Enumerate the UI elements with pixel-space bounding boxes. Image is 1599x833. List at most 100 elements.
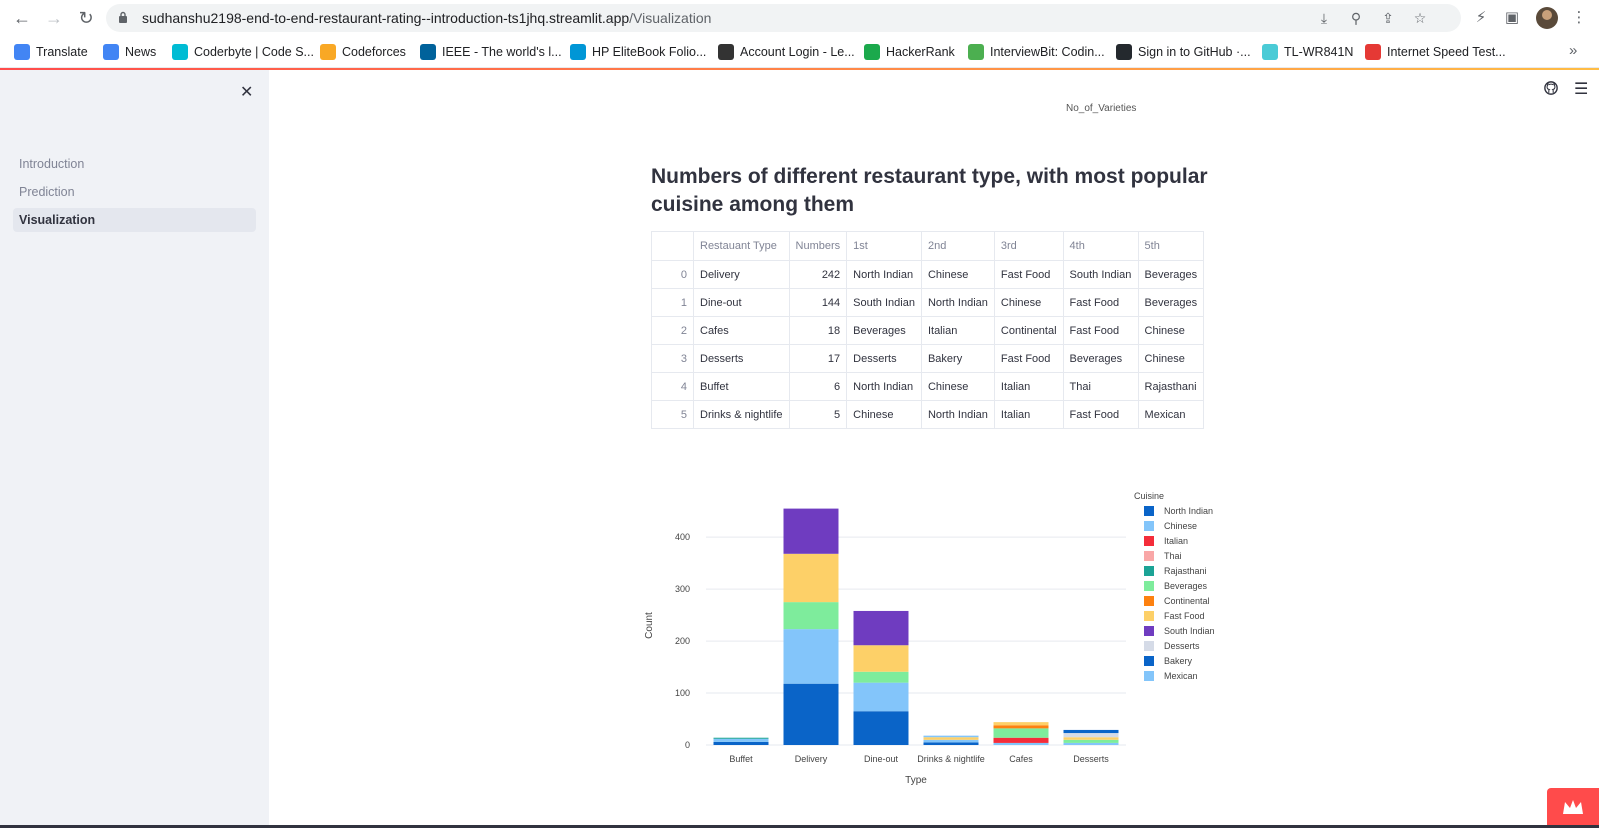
bookmark-item[interactable]: Translate: [14, 43, 88, 61]
github-icon[interactable]: [1544, 81, 1558, 95]
bar-segment[interactable]: [713, 738, 769, 742]
legend-entry[interactable]: Desserts: [1164, 641, 1200, 651]
bookmark-item[interactable]: HP EliteBook Folio...: [570, 43, 706, 61]
restaurant-type-table[interactable]: Restauant Type Numbers 1st 2nd 3rd 4th 5th 0 De…: [651, 231, 1205, 429]
legend-entry[interactable]: Fast Food: [1164, 611, 1205, 621]
streamlit-badge[interactable]: [1547, 788, 1599, 828]
bar-segment[interactable]: [783, 508, 839, 554]
bookmark-item[interactable]: Internet Speed Test...: [1365, 43, 1506, 61]
install-icon[interactable]: ⤓: [1316, 10, 1332, 26]
bar-segment[interactable]: [923, 742, 979, 745]
bar-segment[interactable]: [1063, 739, 1119, 743]
share-icon[interactable]: ⇪: [1380, 10, 1396, 26]
table-header-cell[interactable]: [651, 231, 694, 261]
bookmark-item[interactable]: Sign in to GitHub ·...: [1116, 43, 1251, 61]
menu-kebab-icon[interactable]: ⋮: [1570, 9, 1588, 27]
bar-segment[interactable]: [853, 645, 909, 672]
table-row[interactable]: 4 Buffet 6 North Indian Chinese Italian Thai Ra…: [651, 372, 1205, 401]
zoom-icon[interactable]: ⚲: [1348, 10, 1364, 26]
bookmark-favicon-icon: [1116, 44, 1132, 60]
table-header-cell[interactable]: Numbers: [788, 231, 848, 261]
bookmark-item[interactable]: News: [103, 43, 156, 61]
legend-entry[interactable]: Rajasthani: [1164, 566, 1207, 576]
close-sidebar-icon[interactable]: ✕: [240, 82, 253, 102]
side-panel-icon[interactable]: ▣: [1503, 9, 1521, 27]
legend-entry[interactable]: South Indian: [1164, 626, 1215, 636]
sidebar-item-introduction[interactable]: Introduction: [13, 152, 256, 176]
reload-icon[interactable]: ↻: [76, 8, 96, 28]
table-header-cell[interactable]: Restauant Type: [693, 231, 790, 261]
bar-segment[interactable]: [853, 682, 909, 712]
table-row[interactable]: 1 Dine-out 144 South Indian North Indian Chin…: [651, 288, 1205, 317]
legend-entry[interactable]: Italian: [1164, 536, 1188, 546]
extensions-icon[interactable]: ⚡: [1472, 9, 1490, 27]
bookmark-item[interactable]: TL-WR841N: [1262, 43, 1353, 61]
bar-segment[interactable]: [993, 725, 1049, 729]
legend-entry[interactable]: Bakery: [1164, 656, 1193, 666]
bar-segment[interactable]: [713, 741, 769, 745]
bar-segment[interactable]: [783, 602, 839, 630]
profile-avatar[interactable]: [1536, 7, 1558, 29]
bar-segment[interactable]: [783, 629, 839, 684]
legend-swatch[interactable]: [1144, 626, 1154, 636]
table-row[interactable]: 3 Desserts 17 Desserts Bakery Fast Food Bevera…: [651, 344, 1205, 373]
table-header-cell[interactable]: 2nd: [920, 231, 995, 261]
forward-icon[interactable]: →: [44, 8, 64, 28]
legend-swatch[interactable]: [1144, 551, 1154, 561]
bar-segment[interactable]: [853, 610, 909, 646]
table-header-cell[interactable]: 1st: [846, 231, 922, 261]
back-icon[interactable]: ←: [12, 8, 32, 28]
bookmark-item[interactable]: InterviewBit: Codin...: [968, 43, 1105, 61]
bar-segment[interactable]: [1063, 737, 1119, 740]
legend-entry[interactable]: North Indian: [1164, 506, 1213, 516]
address-bar[interactable]: sudhanshu2198-end-to-end-restaurant-rati…: [106, 4, 1461, 32]
star-icon[interactable]: ☆: [1412, 10, 1428, 26]
bar-segment[interactable]: [923, 739, 979, 743]
cuisine-stacked-bar-chart[interactable]: 0 100 200 300 400 Buffet Delivery Dine-out Drink…: [640, 490, 1260, 790]
bar-segment[interactable]: [853, 711, 909, 745]
legend-entry[interactable]: Thai: [1164, 551, 1182, 561]
table-row[interactable]: 0 Delivery 242 North Indian Chinese Fast Food…: [651, 260, 1205, 289]
bar-segment[interactable]: [713, 737, 769, 739]
sidebar-item-prediction[interactable]: Prediction: [13, 180, 256, 204]
bookmarks-more-icon[interactable]: »: [1569, 42, 1577, 59]
legend-swatch[interactable]: [1144, 641, 1154, 651]
bar-segment[interactable]: [993, 742, 1049, 745]
legend-swatch[interactable]: [1144, 536, 1154, 546]
table-header-cell[interactable]: 5th: [1137, 231, 1205, 261]
bookmark-item[interactable]: Coderbyte | Code S...: [172, 43, 314, 61]
legend-swatch[interactable]: [1144, 581, 1154, 591]
legend-entry[interactable]: Mexican: [1164, 671, 1198, 681]
bookmark-item[interactable]: IEEE - The world's l...: [420, 43, 562, 61]
table-row[interactable]: 5 Drinks & nightlife 5 Chinese North Indian I…: [651, 400, 1205, 429]
bookmark-item[interactable]: HackerRank: [864, 43, 955, 61]
legend-entry[interactable]: Beverages: [1164, 581, 1208, 591]
legend-swatch[interactable]: [1144, 506, 1154, 516]
legend-entry[interactable]: Chinese: [1164, 521, 1197, 531]
table-header-cell[interactable]: 3rd: [993, 231, 1064, 261]
legend-swatch[interactable]: [1144, 521, 1154, 531]
bookmark-item[interactable]: Account Login - Le...: [718, 43, 855, 61]
bookmark-item[interactable]: Codeforces: [320, 43, 406, 61]
table-row[interactable]: 2 Cafes 18 Beverages Italian Continental Fast …: [651, 316, 1205, 345]
legend-entry[interactable]: Continental: [1164, 596, 1210, 606]
bar-segment[interactable]: [853, 671, 909, 683]
bar-segment[interactable]: [1063, 742, 1119, 745]
bar-segment[interactable]: [993, 722, 1049, 726]
legend-swatch[interactable]: [1144, 656, 1154, 666]
bar-segment[interactable]: [783, 553, 839, 603]
legend-swatch[interactable]: [1144, 671, 1154, 681]
sidebar-item-visualization[interactable]: Visualization: [13, 208, 256, 232]
bar-segment[interactable]: [783, 683, 839, 745]
bar-segment[interactable]: [1063, 733, 1119, 738]
bar-segment[interactable]: [923, 735, 979, 738]
legend-swatch[interactable]: [1144, 596, 1154, 606]
legend-swatch[interactable]: [1144, 611, 1154, 621]
bar-segment[interactable]: [923, 737, 979, 740]
table-header-cell[interactable]: 4th: [1062, 231, 1139, 261]
hamburger-menu-icon[interactable]: ☰: [1574, 79, 1588, 99]
legend-swatch[interactable]: [1144, 566, 1154, 576]
bar-segment[interactable]: [1063, 729, 1119, 734]
bar-segment[interactable]: [993, 728, 1049, 738]
bar-segment[interactable]: [993, 737, 1049, 743]
